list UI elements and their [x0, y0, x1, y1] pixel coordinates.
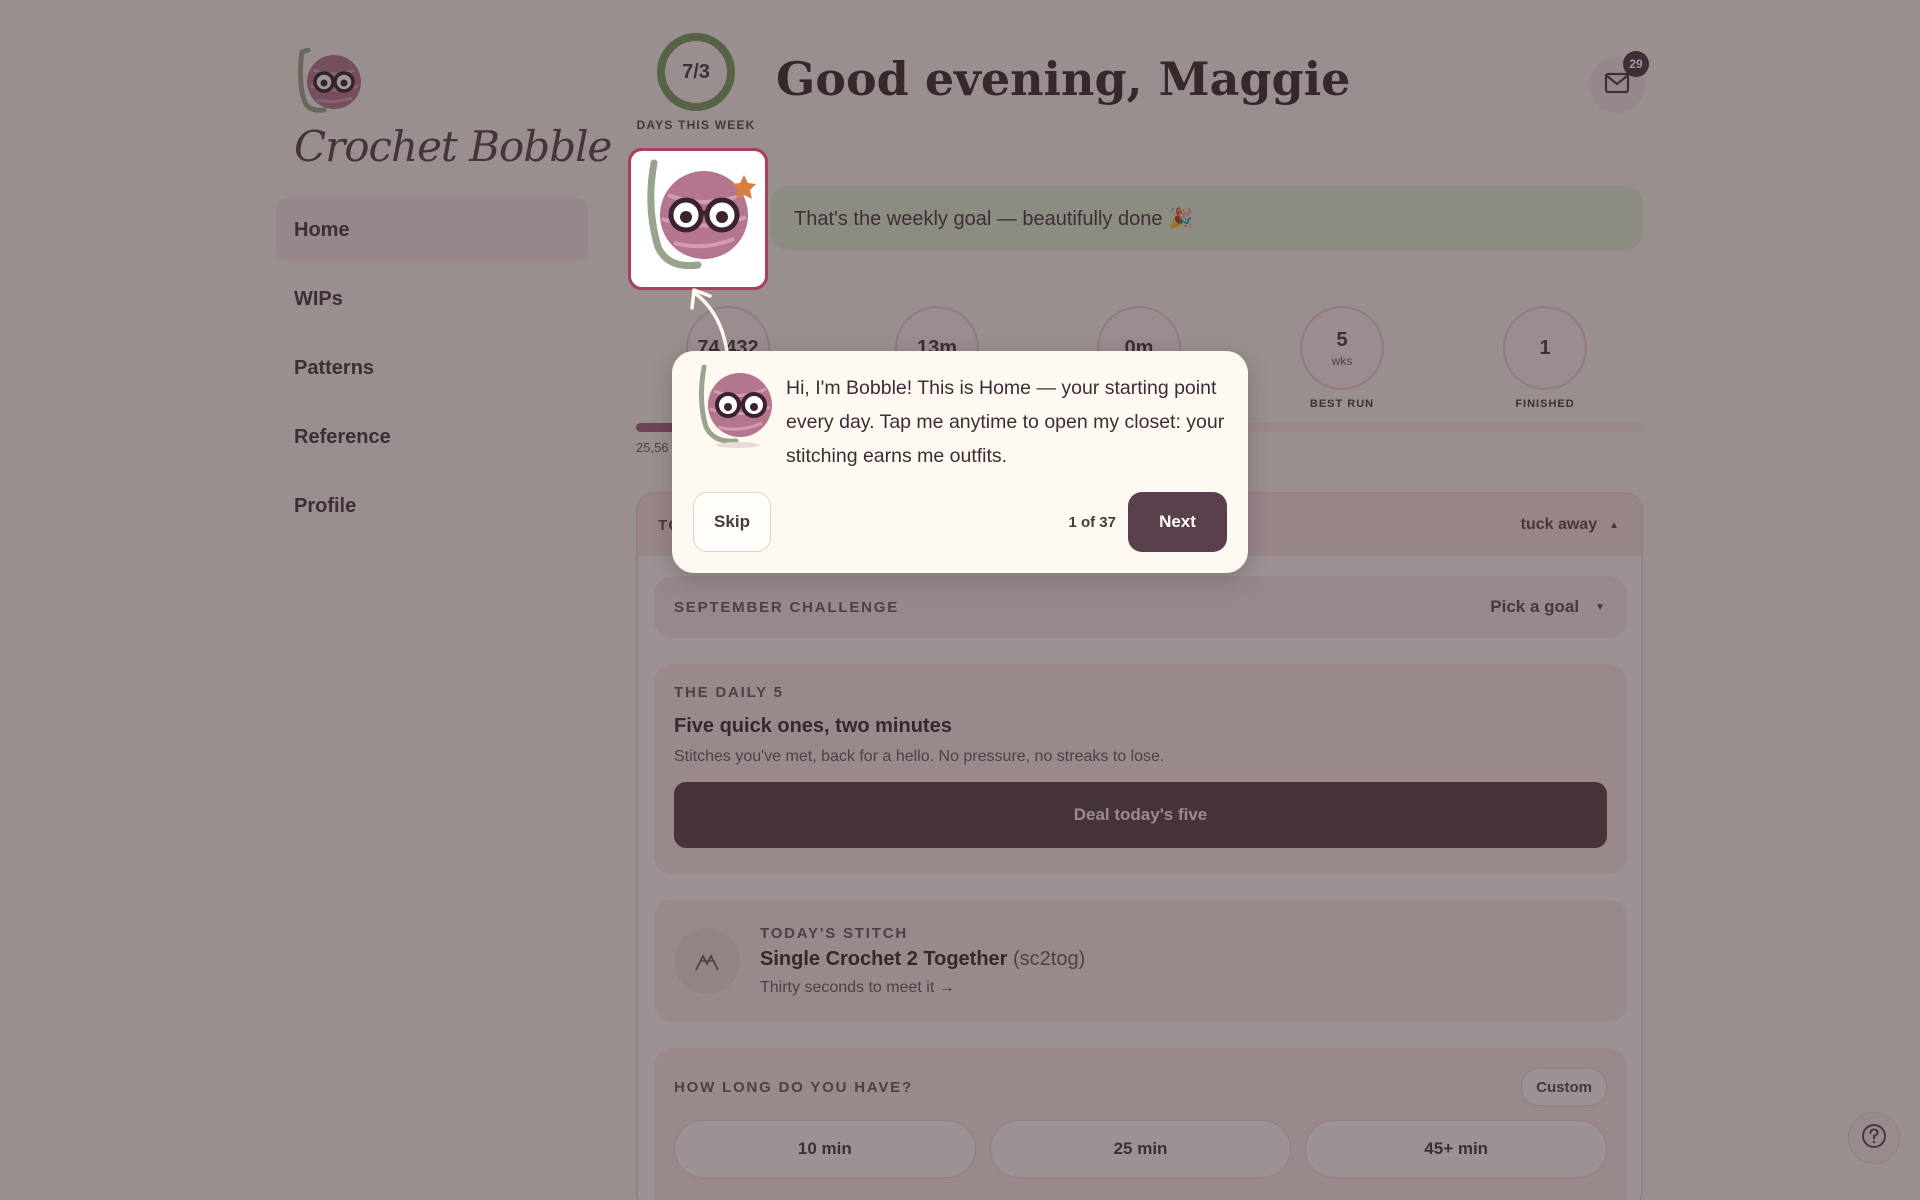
tour-footer: Skip 1 of 37 Next: [693, 492, 1227, 552]
next-button[interactable]: Next: [1128, 492, 1227, 552]
tour-controls: 1 of 37 Next: [1068, 492, 1227, 552]
bobble-mascot-icon: [694, 361, 778, 451]
tour-message: Hi, I'm Bobble! This is Home — your star…: [786, 377, 1225, 467]
app-root: Crochet Bobble Home WIPs Patterns Refere…: [0, 0, 1920, 1200]
spotlight-bobble-avatar[interactable]: [628, 148, 768, 290]
skip-button[interactable]: Skip: [693, 492, 771, 552]
tour-overlay[interactable]: [0, 0, 1920, 1200]
tour-tooltip: Hi, I'm Bobble! This is Home — your star…: [672, 351, 1248, 573]
step-counter: 1 of 37: [1068, 513, 1116, 531]
